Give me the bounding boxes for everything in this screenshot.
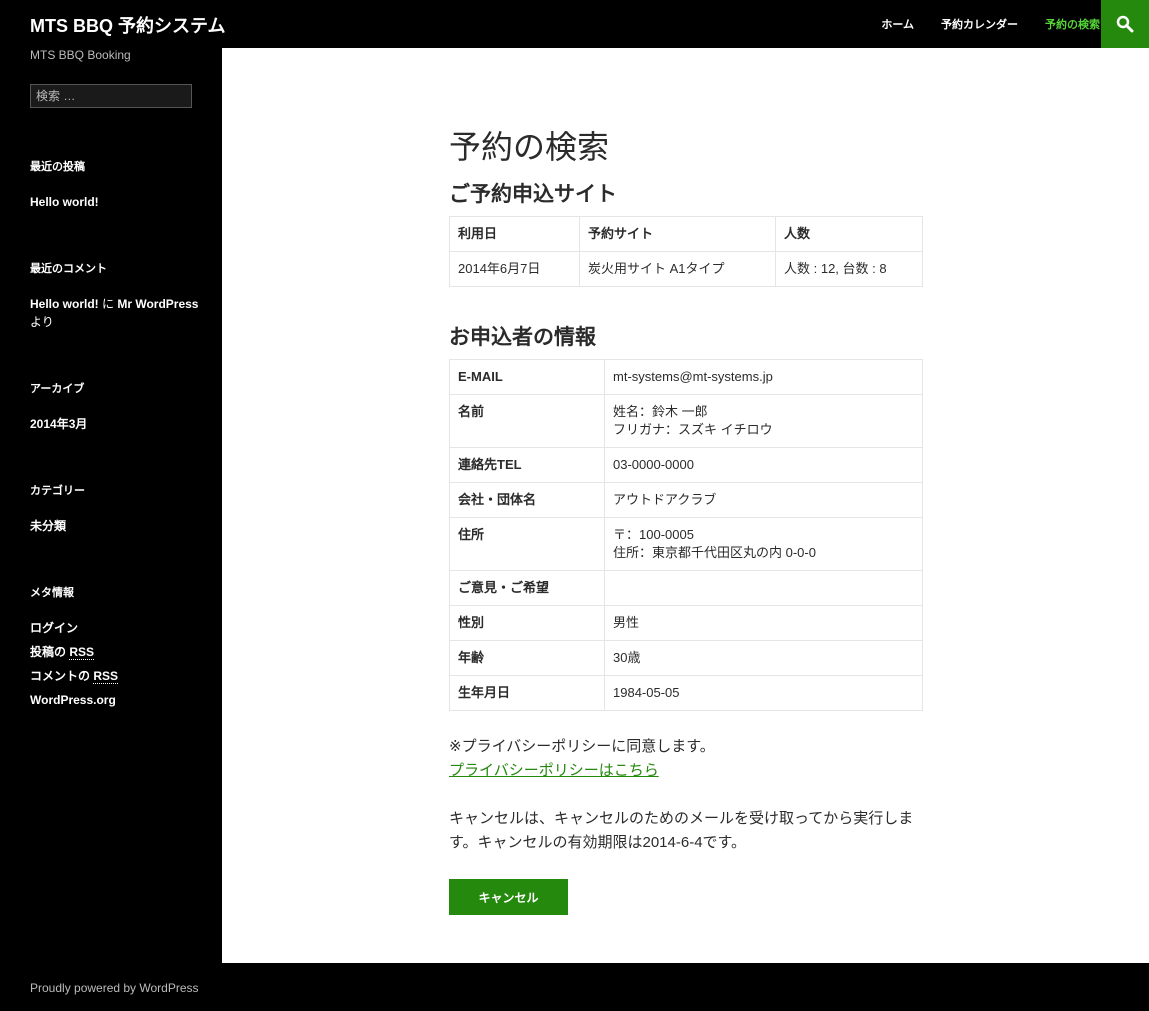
- booking-header-people: 人数: [775, 216, 923, 252]
- applicant-label: 性別: [449, 605, 605, 641]
- applicant-value: 男性: [604, 605, 923, 641]
- comment-post-link[interactable]: Hello world!: [30, 297, 99, 311]
- widget-title-archives: アーカイブ: [30, 383, 85, 395]
- applicant-value-line: mt-systems@mt-systems.jp: [613, 369, 773, 384]
- site-footer: Proudly powered by WordPress: [0, 963, 1149, 1011]
- comment-connector: に: [98, 297, 118, 311]
- site-description: MTS BBQ Booking: [30, 48, 131, 62]
- booking-table: 利用日 予約サイト 人数 2014年6月7日 炭火用サイト A1タイプ 人数 :…: [449, 216, 923, 287]
- booking-heading: ご予約申込サイト: [449, 183, 617, 206]
- meta-wporg-link[interactable]: WordPress.org: [30, 691, 200, 709]
- applicant-value-line: 住所：東京都千代田区丸の内 0-0-0: [613, 545, 816, 560]
- cancel-button[interactable]: キャンセル: [449, 879, 568, 915]
- category-link-text[interactable]: 未分類: [30, 519, 66, 533]
- table-row: ご意見・ご希望: [449, 570, 923, 606]
- comment-suffix: より: [30, 315, 54, 329]
- table-row: E-MAIL mt-systems@mt-systems.jp: [449, 359, 923, 395]
- widget-title-recent-comments: 最近のコメント: [30, 263, 107, 275]
- cancel-note: キャンセルは、キャンセルのためのメールを受け取ってから実行します。キャンセルの有…: [449, 810, 914, 851]
- booking-cell-people: 人数 : 12, 台数 : 8: [775, 251, 923, 287]
- applicant-label: ご意見・ご希望: [449, 570, 605, 606]
- applicant-heading: お申込者の情報: [449, 326, 596, 349]
- booking-table-header-row: 利用日 予約サイト 人数: [449, 216, 923, 252]
- applicant-value: 〒：100-0005 住所：東京都千代田区丸の内 0-0-0: [604, 517, 923, 571]
- meta-posts-rss-link[interactable]: 投稿の RSS: [30, 643, 200, 661]
- main-content: 予約の検索 ご予約申込サイト 利用日 予約サイト 人数 2014年6月7日 炭火…: [222, 48, 1149, 963]
- comment-author-link[interactable]: Mr WordPress: [117, 297, 198, 311]
- table-row: 性別 男性: [449, 605, 923, 641]
- nav-item-home[interactable]: ホーム: [881, 16, 914, 32]
- meta-posts-rss-abbr[interactable]: RSS: [69, 645, 95, 660]
- applicant-value: 03-0000-0000: [604, 447, 923, 483]
- widget-title-recent-posts: 最近の投稿: [30, 161, 85, 173]
- search-toggle-button[interactable]: [1101, 0, 1149, 48]
- category-link[interactable]: 未分類: [30, 517, 200, 535]
- booking-cell-site: 炭火用サイト A1タイプ: [579, 251, 776, 287]
- table-row: 連絡先TEL 03-0000-0000: [449, 447, 923, 483]
- applicant-value-line: 姓名：鈴木 一郎: [613, 404, 708, 419]
- search-icon: [1116, 15, 1134, 33]
- table-row: 住所 〒：100-0005 住所：東京都千代田区丸の内 0-0-0: [449, 517, 923, 571]
- applicant-value: アウトドアクラブ: [604, 482, 923, 518]
- applicant-label: 年齢: [449, 640, 605, 676]
- primary-nav: ホーム 予約カレンダー 予約の検索: [854, 0, 1100, 48]
- applicant-value-line: 03-0000-0000: [613, 457, 694, 472]
- applicant-value-line: フリガナ：スズキ イチロウ: [613, 422, 773, 437]
- applicant-value-line: 1984-05-05: [613, 685, 680, 700]
- sidebar: [0, 48, 222, 963]
- meta-login-link[interactable]: ログイン: [30, 619, 200, 637]
- recent-post-link-text[interactable]: Hello world!: [30, 195, 99, 209]
- table-row: 名前 姓名：鈴木 一郎フリガナ：スズキ イチロウ: [449, 394, 923, 448]
- privacy-policy-link[interactable]: プライバシーポリシーはこちら: [449, 762, 659, 779]
- table-row: 2014年6月7日 炭火用サイト A1タイプ 人数 : 12, 台数 : 8: [449, 251, 923, 287]
- site-header: MTS BBQ 予約システム ホーム 予約カレンダー 予約の検索: [0, 0, 1149, 48]
- table-row: 年齢 30歳: [449, 640, 923, 676]
- meta-posts-rss-prefix: 投稿の: [30, 645, 70, 659]
- meta-comments-rss-link[interactable]: コメントの RSS: [30, 667, 200, 685]
- booking-cell-date: 2014年6月7日: [449, 251, 580, 287]
- privacy-block: ※プライバシーポリシーに同意します。 プライバシーポリシーはこちら: [449, 735, 923, 783]
- applicant-label: 会社・団体名: [449, 482, 605, 518]
- booking-header-date: 利用日: [449, 216, 580, 252]
- nav-item-search[interactable]: 予約の検索: [1045, 16, 1100, 32]
- nav-item-calendar[interactable]: 予約カレンダー: [941, 16, 1018, 32]
- table-row: 生年月日 1984-05-05: [449, 675, 923, 711]
- privacy-note: ※プライバシーポリシーに同意します。: [449, 738, 715, 755]
- applicant-label: E-MAIL: [449, 359, 605, 395]
- applicant-value: [604, 570, 923, 606]
- applicant-label: 生年月日: [449, 675, 605, 711]
- widget-title-categories: カテゴリー: [30, 485, 85, 497]
- applicant-value-line: 30歳: [613, 650, 641, 665]
- meta-wporg-text[interactable]: WordPress.org: [30, 693, 116, 707]
- booking-header-site: 予約サイト: [579, 216, 776, 252]
- recent-comment-item: Hello world! に Mr WordPress より: [30, 295, 200, 331]
- applicant-value: 1984-05-05: [604, 675, 923, 711]
- archive-link-text[interactable]: 2014年3月: [30, 417, 87, 431]
- applicant-value: 30歳: [604, 640, 923, 676]
- applicant-value-line: アウトドアクラブ: [613, 492, 717, 507]
- site-title[interactable]: MTS BBQ 予約システム: [30, 12, 225, 38]
- sidebar-search-input[interactable]: [30, 84, 192, 108]
- applicant-value-line: 男性: [613, 615, 640, 630]
- meta-comments-rss-prefix: コメントの: [30, 669, 94, 683]
- applicant-label: 住所: [449, 517, 605, 571]
- page-title: 予約の検索: [449, 129, 610, 165]
- archive-link[interactable]: 2014年3月: [30, 415, 200, 433]
- applicant-value-line: 〒：100-0005: [613, 527, 694, 542]
- recent-post-link[interactable]: Hello world!: [30, 193, 200, 211]
- applicant-value-line: [613, 579, 914, 597]
- meta-comments-rss-abbr[interactable]: RSS: [93, 669, 119, 684]
- applicant-label: 名前: [449, 394, 605, 448]
- footer-credit-link[interactable]: Proudly powered by WordPress: [30, 981, 199, 995]
- applicant-value: mt-systems@mt-systems.jp: [604, 359, 923, 395]
- meta-login-text[interactable]: ログイン: [30, 621, 78, 635]
- applicant-value: 姓名：鈴木 一郎フリガナ：スズキ イチロウ: [604, 394, 923, 448]
- applicant-label: 連絡先TEL: [449, 447, 605, 483]
- widget-title-meta: メタ情報: [30, 587, 74, 599]
- applicant-table: E-MAIL mt-systems@mt-systems.jp 名前 姓名：鈴木 一郎…: [449, 359, 923, 711]
- table-row: 会社・団体名 アウトドアクラブ: [449, 482, 923, 518]
